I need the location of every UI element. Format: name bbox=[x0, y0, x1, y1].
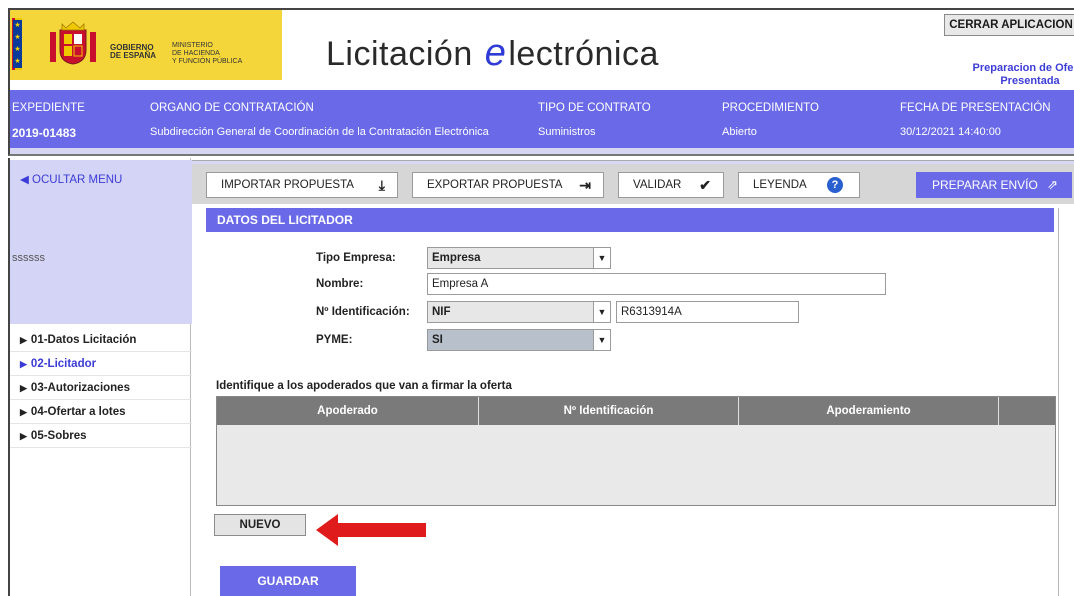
coat-of-arms-icon bbox=[50, 21, 96, 65]
export-icon: ⇥ bbox=[579, 177, 591, 193]
pyme-value: SI bbox=[432, 334, 443, 346]
procedimiento-label: PROCEDIMIENTO bbox=[722, 102, 819, 114]
tipo-empresa-label: Tipo Empresa: bbox=[316, 252, 396, 264]
status-indicator: Preparacion de Oferta Presentada bbox=[970, 62, 1074, 88]
help-icon: ? bbox=[827, 177, 843, 193]
expediente-label: EXPEDIENTE bbox=[12, 102, 85, 114]
app-header: ★ ★ ★ ★ GOBIERNO DE ESPAÑA MINISTERIO DE HA… bbox=[8, 8, 1074, 90]
chevron-down-icon: ▼ bbox=[593, 248, 610, 268]
sidebar-item-datos-licitacion[interactable]: ▶ 01-Datos Licitación bbox=[10, 328, 192, 352]
caret-right-icon: ▶ bbox=[20, 431, 27, 441]
column-header-actions bbox=[999, 397, 1055, 425]
chevron-down-icon: ▼ bbox=[593, 330, 610, 350]
procedimiento-value: Abierto bbox=[722, 126, 757, 138]
sidebar-item-ofertar-lotes[interactable]: ▶ 04-Ofertar a lotes bbox=[10, 400, 192, 424]
red-arrow-annotation-icon bbox=[316, 514, 426, 546]
caret-right-icon: ▶ bbox=[20, 335, 27, 345]
new-apoderado-button[interactable]: NUEVO bbox=[214, 514, 306, 536]
info-bar-divider bbox=[8, 148, 1074, 156]
chevron-down-icon: ▼ bbox=[593, 302, 610, 322]
sidebar-item-label: 03-Autorizaciones bbox=[30, 382, 130, 394]
caret-right-icon: ▶ bbox=[20, 383, 27, 393]
sidebar-item-label: 01-Datos Licitación bbox=[30, 334, 137, 346]
expediente-info-bar: EXPEDIENTE 2019-01483 ORGANO DE CONTRATA… bbox=[8, 90, 1074, 148]
fecha-presentacion-label: FECHA DE PRESENTACIÓN bbox=[900, 102, 1051, 114]
content-right-border bbox=[1058, 208, 1059, 596]
hide-menu-label: OCULTAR MENU bbox=[32, 174, 123, 186]
title-e-logo: e bbox=[484, 32, 507, 74]
status-line-2: Presentada bbox=[1000, 75, 1060, 87]
sidebar: ◀ OCULTAR MENU ssssss ▶ 01-Datos Licitaci… bbox=[8, 158, 192, 596]
tipo-empresa-select[interactable]: Empresa ▼ bbox=[427, 247, 611, 269]
ministry-line-1: MINISTERIO bbox=[172, 42, 213, 49]
section-title: DATOS DEL LICITADOR bbox=[206, 208, 1054, 232]
eu-spain-flag-icon: ★ ★ ★ ★ bbox=[12, 18, 22, 70]
close-application-button[interactable]: CERRAR APLICACION bbox=[944, 14, 1074, 36]
sidebar-user: ssssss bbox=[12, 252, 45, 264]
nombre-label: Nombre: bbox=[316, 278, 364, 290]
sidebar-nav: ▶ 01-Datos Licitación ▶ 02-Licitador ▶ 03-A… bbox=[10, 328, 192, 448]
pyme-select[interactable]: SI ▼ bbox=[427, 329, 611, 351]
hide-menu-link[interactable]: ◀ OCULTAR MENU bbox=[20, 172, 122, 186]
identificacion-type-select[interactable]: NIF ▼ bbox=[427, 301, 611, 323]
status-line-1: Preparacion de Oferta bbox=[972, 62, 1074, 74]
tipo-contrato-value: Suministros bbox=[538, 126, 596, 138]
title-part-2: lectrónica bbox=[508, 35, 659, 73]
legend-label: LEYENDA bbox=[753, 179, 807, 191]
nombre-input[interactable]: Empresa A bbox=[427, 273, 886, 295]
table-header: Apoderado Nº Identificación Apoderamient… bbox=[217, 397, 1055, 425]
export-proposal-button[interactable]: EXPORTAR PROPUESTA ⇥ bbox=[412, 172, 604, 198]
legend-button[interactable]: LEYENDA ? bbox=[738, 172, 860, 198]
organo-value: Subdirección General de Coordinación de … bbox=[150, 126, 489, 138]
expediente-value: 2019-01483 bbox=[12, 126, 77, 140]
column-header-identificacion[interactable]: Nº Identificación bbox=[479, 397, 739, 425]
sidebar-item-label: 05-Sobres bbox=[30, 430, 87, 442]
column-header-apoderamiento[interactable]: Apoderamiento bbox=[739, 397, 999, 425]
sidebar-item-autorizaciones[interactable]: ▶ 03-Autorizaciones bbox=[10, 376, 192, 400]
sidebar-top-panel: ◀ OCULTAR MENU ssssss bbox=[10, 160, 192, 324]
chevron-left-icon: ◀ bbox=[20, 174, 33, 186]
government-logo: ★ ★ ★ ★ GOBIERNO DE ESPAÑA MINISTERIO DE HA… bbox=[10, 10, 282, 80]
import-label: IMPORTAR PROPUESTA bbox=[221, 179, 354, 191]
gov-logo-text: GOBIERNO DE ESPAÑA bbox=[110, 44, 156, 60]
apoderados-caption: Identifique a los apoderados que van a f… bbox=[216, 380, 512, 392]
save-button[interactable]: GUARDAR bbox=[220, 566, 356, 596]
tipo-empresa-value: Empresa bbox=[432, 252, 481, 264]
sidebar-item-licitador[interactable]: ▶ 02-Licitador bbox=[10, 352, 192, 376]
checkmark-icon: ✔ bbox=[699, 177, 711, 193]
identificacion-input[interactable]: R6313914A bbox=[616, 301, 799, 323]
sidebar-item-label: 02-Licitador bbox=[30, 358, 97, 370]
fecha-presentacion-value: 30/12/2021 14:40:00 bbox=[900, 126, 1001, 138]
caret-right-icon: ▶ bbox=[20, 407, 27, 417]
caret-right-icon: ▶ bbox=[20, 359, 27, 369]
sidebar-item-sobres[interactable]: ▶ 05-Sobres bbox=[10, 424, 192, 448]
action-toolbar: IMPORTAR PROPUESTA ⤓ EXPORTAR PROPUESTA … bbox=[192, 164, 1074, 204]
tipo-contrato-label: TIPO DE CONTRATO bbox=[538, 102, 651, 114]
export-label: EXPORTAR PROPUESTA bbox=[427, 179, 563, 191]
sidebar-item-label: 04-Ofertar a lotes bbox=[30, 406, 126, 418]
download-icon: ⤓ bbox=[378, 177, 385, 193]
validate-button[interactable]: VALIDAR ✔ bbox=[618, 172, 724, 198]
title-part-1: Licitación bbox=[326, 35, 483, 73]
send-icon: ⇗ bbox=[1047, 177, 1058, 192]
ministry-line-3: Y FUNCIÓN PÚBLICA bbox=[172, 58, 243, 65]
prepare-send-button[interactable]: PREPARAR ENVÍO ⇗ bbox=[916, 172, 1072, 198]
send-label: PREPARAR ENVÍO bbox=[932, 178, 1038, 192]
pyme-label: PYME: bbox=[316, 334, 353, 346]
column-header-apoderado[interactable]: Apoderado bbox=[217, 397, 479, 425]
gov-line-2: DE ESPAÑA bbox=[110, 51, 157, 60]
main-content: IMPORTAR PROPUESTA ⤓ EXPORTAR PROPUESTA … bbox=[192, 158, 1074, 596]
import-proposal-button[interactable]: IMPORTAR PROPUESTA ⤓ bbox=[206, 172, 398, 198]
ministry-logo-text: MINISTERIO DE HACIENDA Y FUNCIÓN PÚBLICA bbox=[172, 42, 242, 66]
app-title: Licitación electrónica bbox=[326, 32, 659, 75]
identificacion-type-value: NIF bbox=[432, 306, 451, 318]
validate-label: VALIDAR bbox=[633, 179, 682, 191]
organo-label: ORGANO DE CONTRATACIÓN bbox=[150, 102, 314, 114]
ministry-line-2: DE HACIENDA bbox=[172, 50, 220, 57]
apoderados-table: Apoderado Nº Identificación Apoderamient… bbox=[216, 396, 1056, 506]
identificacion-label: Nº Identificación: bbox=[316, 306, 410, 318]
